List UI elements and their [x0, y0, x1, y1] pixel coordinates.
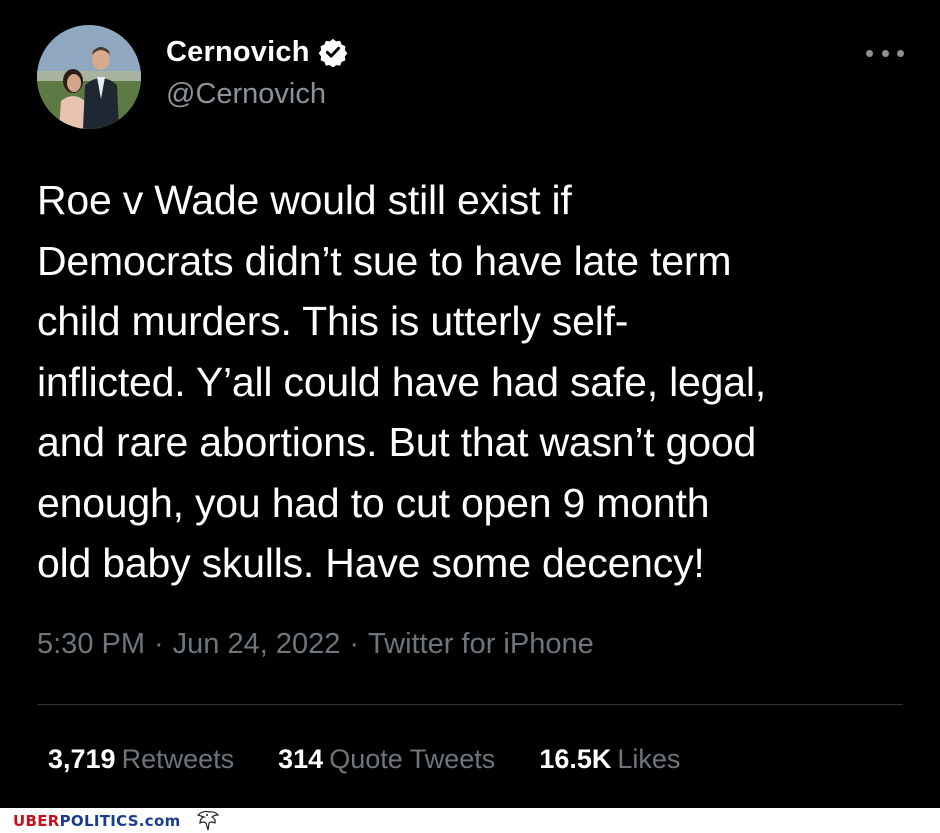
tweet-meta: 5:30 PM · Jun 24, 2022 · Twitter for iPhone: [37, 628, 594, 661]
retweets-count: 3,719: [48, 744, 116, 774]
author-handle[interactable]: @Cernovich: [166, 78, 326, 111]
tweet-text: Roe v Wade would still exist if Democrat…: [37, 170, 917, 594]
likes-stat[interactable]: 16.5K Likes: [539, 744, 680, 775]
more-dot: [881, 49, 889, 57]
tweet-text-line: inflicted. Y’all could have had safe, le…: [37, 358, 766, 405]
tweet-text-line: child murders. This is utterly self-: [37, 298, 629, 344]
avatar[interactable]: [37, 25, 141, 129]
quote-tweets-count: 314: [278, 744, 324, 774]
tweet-time[interactable]: 5:30 PM: [37, 628, 145, 660]
watermark-part-uber: UBER: [13, 812, 60, 830]
likes-label: Likes: [617, 744, 681, 774]
tweet-text-line: Democrats didn’t sue to have late term: [37, 237, 732, 284]
quote-tweets-stat[interactable]: 314 Quote Tweets: [278, 744, 495, 775]
watermark-part-politics: POLITICS.com: [59, 812, 181, 830]
watermark-text: UBERPOLITICS.com: [13, 812, 181, 830]
avatar-photo: [37, 25, 141, 129]
verified-badge-icon: [318, 38, 347, 67]
tweet-stats: 3,719 Retweets 314 Quote Tweets 16.5K Likes: [48, 744, 724, 775]
meta-separator: ·: [154, 628, 164, 660]
tweet-text-line: Roe v Wade would still exist if: [37, 177, 572, 223]
more-options-icon[interactable]: [866, 46, 904, 60]
tweet-card: Cernovich @Cernovich Roe v Wade would st…: [0, 0, 940, 808]
quote-tweets-label: Quote Tweets: [329, 744, 496, 774]
likes-count: 16.5K: [539, 744, 612, 774]
retweets-label: Retweets: [121, 744, 235, 774]
divider: [37, 704, 903, 705]
watermark-bar: UBERPOLITICS.com: [0, 808, 940, 833]
tweet-source[interactable]: Twitter for iPhone: [368, 628, 594, 660]
retweets-stat[interactable]: 3,719 Retweets: [48, 744, 234, 775]
tweet-date[interactable]: Jun 24, 2022: [173, 628, 341, 660]
meta-separator: ·: [349, 628, 360, 660]
author-display-name[interactable]: Cernovich: [166, 36, 310, 69]
more-dot: [897, 49, 904, 57]
tweet-text-line: old baby skulls. Have some decency!: [37, 540, 705, 586]
author-name-row: Cernovich: [166, 32, 348, 72]
tweet-text-line: and rare abortions. But that wasn’t good: [37, 419, 757, 465]
eagle-logo-icon: [196, 810, 220, 831]
more-dot: [866, 49, 873, 57]
tweet-text-line: enough, you had to cut open 9 month: [37, 479, 710, 526]
